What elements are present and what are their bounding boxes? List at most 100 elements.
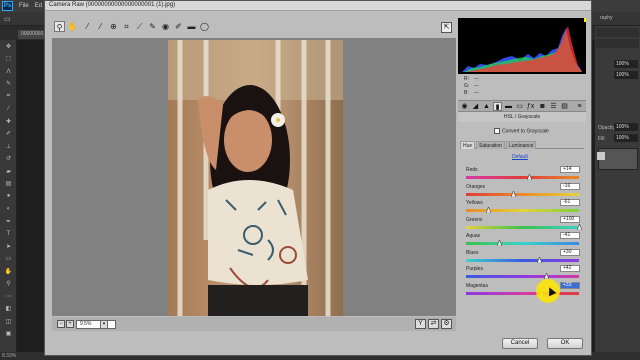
quick-mask-icon[interactable]: ◫ (0, 315, 17, 328)
tab-luminance[interactable]: Luminance (506, 141, 537, 149)
slider-track[interactable] (466, 242, 579, 245)
zoom-out-icon[interactable]: − (57, 320, 65, 328)
split-toning-icon[interactable]: ▬ (504, 102, 513, 111)
zoom-icon[interactable]: ⚲ (54, 21, 65, 32)
slider-value-field[interactable]: +14 (560, 166, 580, 173)
eraser-tool-icon[interactable]: ▰ (0, 165, 17, 178)
slider-track[interactable] (466, 176, 579, 179)
graduated-filter-icon[interactable]: ▬ (186, 21, 197, 32)
slider-thumb[interactable] (511, 189, 517, 197)
camera-raw-titlebar: Camera Raw (00000000000000000001 (1).jpg… (45, 1, 591, 11)
slider-thumb[interactable] (576, 222, 583, 230)
tool-preset-icon[interactable]: ▭ (4, 15, 11, 23)
slider-thumb[interactable] (485, 206, 492, 214)
snapshots-panel-icon[interactable]: ▤ (560, 102, 569, 111)
blur-tool-icon[interactable]: ● (0, 190, 17, 203)
view-cycle-icon[interactable]: Y (415, 319, 426, 329)
slider-value-field[interactable]: +33 (560, 281, 580, 289)
slider-value-field[interactable]: -16 (560, 182, 580, 190)
opacity-field[interactable]: 100% (614, 123, 638, 131)
hand-tool-icon[interactable]: ✋ (0, 265, 17, 278)
preview-settings-icon[interactable]: ⚙ (441, 319, 452, 329)
slider-track[interactable] (466, 291, 579, 295)
layer-visibility-icon[interactable] (597, 152, 605, 160)
slider-thumb[interactable] (526, 173, 533, 181)
color-swatches-icon[interactable]: ◧ (0, 303, 17, 316)
presets-panel-icon[interactable]: ☰ (549, 102, 558, 111)
quick-select-icon[interactable]: ✎ (0, 78, 17, 91)
type-tool-icon[interactable]: T (0, 228, 17, 241)
zoom-tool-icon[interactable]: ⚲ (0, 278, 17, 291)
slider-track[interactable] (466, 275, 579, 278)
lens-corrections-icon[interactable]: ▭ (515, 102, 524, 111)
slider-label: Reds (466, 167, 478, 173)
red-eye-icon[interactable]: ◉ (160, 21, 171, 32)
fullscreen-toggle-icon[interactable]: ⇱ (441, 22, 452, 33)
hue-slider-magentas: Magentas +33 (466, 281, 582, 299)
workspace-label[interactable]: raphy (600, 15, 613, 21)
radial-filter-icon[interactable]: ◯ (199, 21, 210, 32)
slider-value-field[interactable]: +100 (560, 215, 580, 223)
ok-button[interactable]: OK (547, 338, 583, 349)
effects-panel-icon[interactable]: ƒx (526, 102, 535, 111)
zoom-level-field[interactable]: 9.5% (76, 320, 116, 329)
slider-thumb[interactable] (536, 255, 543, 263)
color-sampler-icon[interactable]: ⁄ (95, 21, 106, 32)
cancel-button[interactable]: Cancel (502, 338, 538, 349)
stamp-tool-icon[interactable]: ⊥ (0, 140, 17, 153)
hsl-panel-icon[interactable]: ▮ (493, 102, 502, 111)
targeted-adjust-icon[interactable]: ⊕ (108, 21, 119, 32)
more-tools-icon[interactable]: ⋯ (0, 290, 17, 303)
panel-tab[interactable] (596, 28, 639, 37)
zoom-dropdown-icon[interactable]: ▾ (100, 320, 108, 329)
spot-removal-icon[interactable]: ✎ (147, 21, 158, 32)
white-balance-icon[interactable]: ⁄ (82, 21, 93, 32)
crop-tool-icon[interactable]: ⌗ (0, 90, 17, 103)
fill-field[interactable]: 100% (614, 134, 638, 142)
before-after-icon[interactable]: ⇄ (428, 319, 439, 329)
gradient-tool-icon[interactable]: ▤ (0, 178, 17, 191)
crop-icon[interactable]: ⌗ (121, 21, 132, 32)
slider-value-field[interactable]: +42 (560, 265, 580, 272)
screen-mode-icon[interactable]: ▣ (0, 328, 17, 341)
slider-track[interactable] (466, 225, 579, 229)
slider-track[interactable] (466, 258, 579, 262)
default-link[interactable]: Default (512, 154, 528, 160)
menu-edit[interactable]: Ed (35, 3, 42, 9)
camera-calibration-icon[interactable]: ◙ (538, 102, 547, 111)
tab-hue[interactable]: Hue (460, 141, 476, 149)
slider-value-field[interactable]: -41 (560, 232, 580, 239)
lasso-tool-icon[interactable]: ᐱ (0, 65, 17, 78)
zoom-in-icon[interactable]: + (66, 320, 74, 328)
history-brush-icon[interactable]: ↺ (0, 153, 17, 166)
tone-curve-icon[interactable]: ◢ (471, 102, 480, 111)
convert-grayscale-checkbox[interactable] (494, 128, 500, 134)
slider-label: Aquas (466, 233, 481, 239)
dodge-tool-icon[interactable]: ◐ (0, 203, 17, 216)
adjustment-brush-icon[interactable]: ✐ (173, 21, 184, 32)
menu-file[interactable]: File (19, 3, 29, 9)
move-tool-icon[interactable]: ✥ (0, 40, 17, 53)
marquee-tool-icon[interactable]: ⬚ (0, 53, 17, 66)
pen-tool-icon[interactable]: ✒ (0, 215, 17, 228)
slider-track[interactable] (466, 209, 579, 212)
shape-tool-icon[interactable]: ▭ (0, 253, 17, 266)
path-select-icon[interactable]: ➤ (0, 240, 17, 253)
convert-grayscale-option[interactable]: Convert to Grayscale (494, 128, 549, 134)
slider-track[interactable] (466, 192, 579, 196)
slider-value-field[interactable]: +30 (560, 248, 580, 256)
basic-panel-icon[interactable]: ◉ (460, 102, 469, 111)
slider-value-field[interactable]: -61 (560, 199, 580, 206)
eyedropper-tool-icon[interactable]: ⁄ (0, 103, 17, 116)
healing-tool-icon[interactable]: ✚ (0, 115, 17, 128)
brush-tool-icon[interactable]: ✐ (0, 128, 17, 141)
straighten-icon[interactable]: ⟋ (134, 21, 145, 32)
opacity-field-2[interactable]: 100% (614, 60, 638, 68)
hand-icon[interactable]: ✋ (67, 21, 78, 32)
panel-tab[interactable] (596, 39, 639, 48)
fill-field-2[interactable]: 100% (614, 71, 638, 79)
slider-thumb[interactable] (496, 239, 503, 247)
detail-panel-icon[interactable]: ▲ (482, 102, 491, 111)
panel-menu-icon[interactable]: ≡ (575, 102, 584, 111)
tab-saturation[interactable]: Saturation (476, 141, 505, 149)
